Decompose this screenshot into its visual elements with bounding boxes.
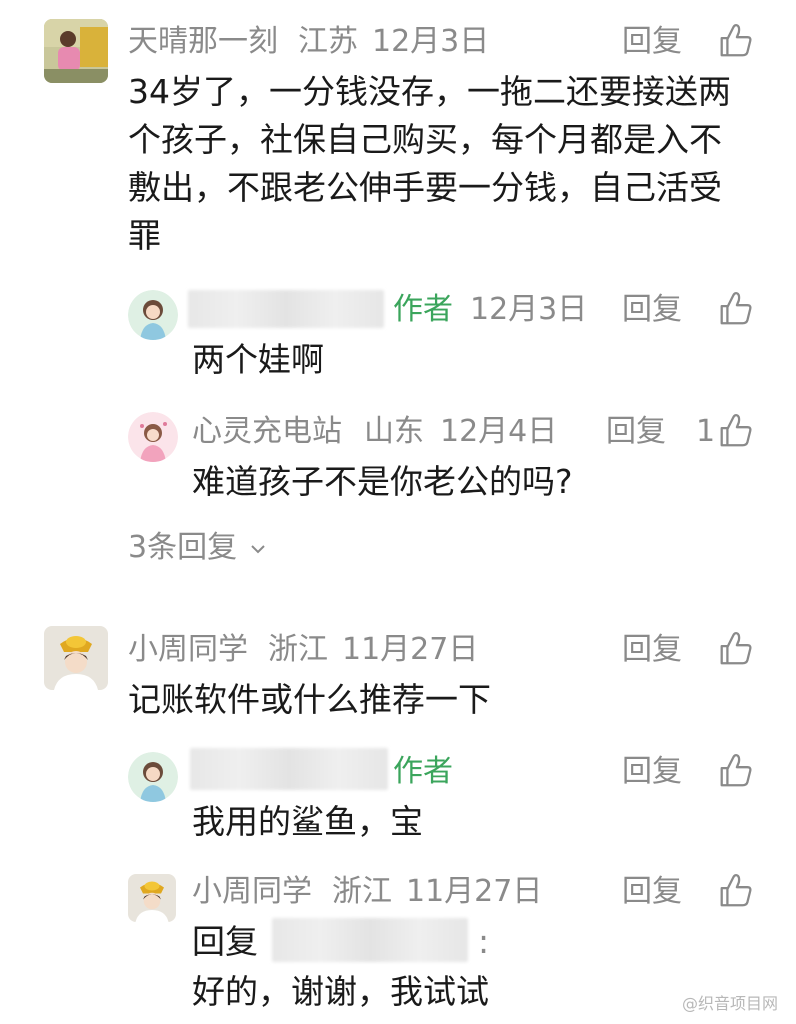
avatar[interactable] <box>128 290 178 340</box>
reply-date: 12月4日 <box>440 414 558 449</box>
comment-text-line: 敷出，不跟老公伸手要一分钱，自己活受 <box>128 168 722 207</box>
reply-location: 浙江 <box>332 874 392 909</box>
reply-prefix: 回复 <box>192 922 258 961</box>
like-icon[interactable] <box>716 290 754 328</box>
reply-button[interactable]: 回复 <box>622 630 682 670</box>
comment-text-line: 34岁了，一分钱没存，一拖二还要接送两 <box>128 72 731 111</box>
reply-text: 难道孩子不是你老公的吗? <box>192 462 573 501</box>
author-badge: 作者 <box>393 292 453 327</box>
reply-button[interactable]: 回复 <box>622 290 682 330</box>
like-icon[interactable] <box>716 630 754 668</box>
commenter-name[interactable]: 心灵充电站 <box>192 412 342 452</box>
reply-date: 12月3日 <box>470 292 588 327</box>
comment-text: 记账软件或什么推荐一下 <box>128 680 491 719</box>
avatar[interactable] <box>128 752 178 802</box>
commenter-name[interactable]: 天晴那一刻 <box>128 22 278 62</box>
like-icon[interactable] <box>716 752 754 790</box>
comment-text-line: 个孩子，社保自己购买，每个月都是入不 <box>128 120 722 159</box>
comment-location: 江苏 <box>298 24 358 59</box>
like-icon[interactable] <box>716 22 754 60</box>
reply-text: 两个娃啊 <box>192 340 324 379</box>
reply-button[interactable]: 回复 <box>622 872 682 912</box>
like-count: 1 <box>696 414 716 449</box>
reply-button[interactable]: 回复 <box>622 22 682 62</box>
more-replies-label: 3条回复 <box>128 530 238 565</box>
avatar[interactable] <box>44 19 108 83</box>
more-replies-link[interactable]: 3条回复 <box>128 528 267 568</box>
redacted-username <box>188 290 384 328</box>
watermark: @织音项目网 <box>681 994 778 1013</box>
redacted-username <box>190 748 388 790</box>
reply-location: 山东 <box>364 414 424 449</box>
reply-button[interactable]: 回复 <box>606 412 666 452</box>
reply-colon: : <box>478 922 490 961</box>
redacted-username <box>272 918 468 962</box>
like-icon[interactable] <box>716 412 754 450</box>
reply-text: 好的，谢谢，我试试 <box>192 972 489 1011</box>
reply-text: 我用的鲨鱼，宝 <box>192 802 423 841</box>
like-icon[interactable] <box>716 872 754 910</box>
chevron-down-icon <box>250 544 265 553</box>
comment-date: 11月27日 <box>342 632 479 667</box>
reply-button[interactable]: 回复 <box>622 752 682 792</box>
avatar[interactable] <box>128 412 178 462</box>
commenter-name[interactable]: 小周同学 <box>192 872 312 912</box>
comment-location: 浙江 <box>268 632 328 667</box>
author-badge: 作者 <box>393 754 453 789</box>
reply-date: 11月27日 <box>406 874 543 909</box>
avatar[interactable] <box>44 626 108 690</box>
comment-text-line: 罪 <box>128 216 161 255</box>
comment-date: 12月3日 <box>372 24 490 59</box>
commenter-name[interactable]: 小周同学 <box>128 630 248 670</box>
avatar[interactable] <box>128 874 176 922</box>
